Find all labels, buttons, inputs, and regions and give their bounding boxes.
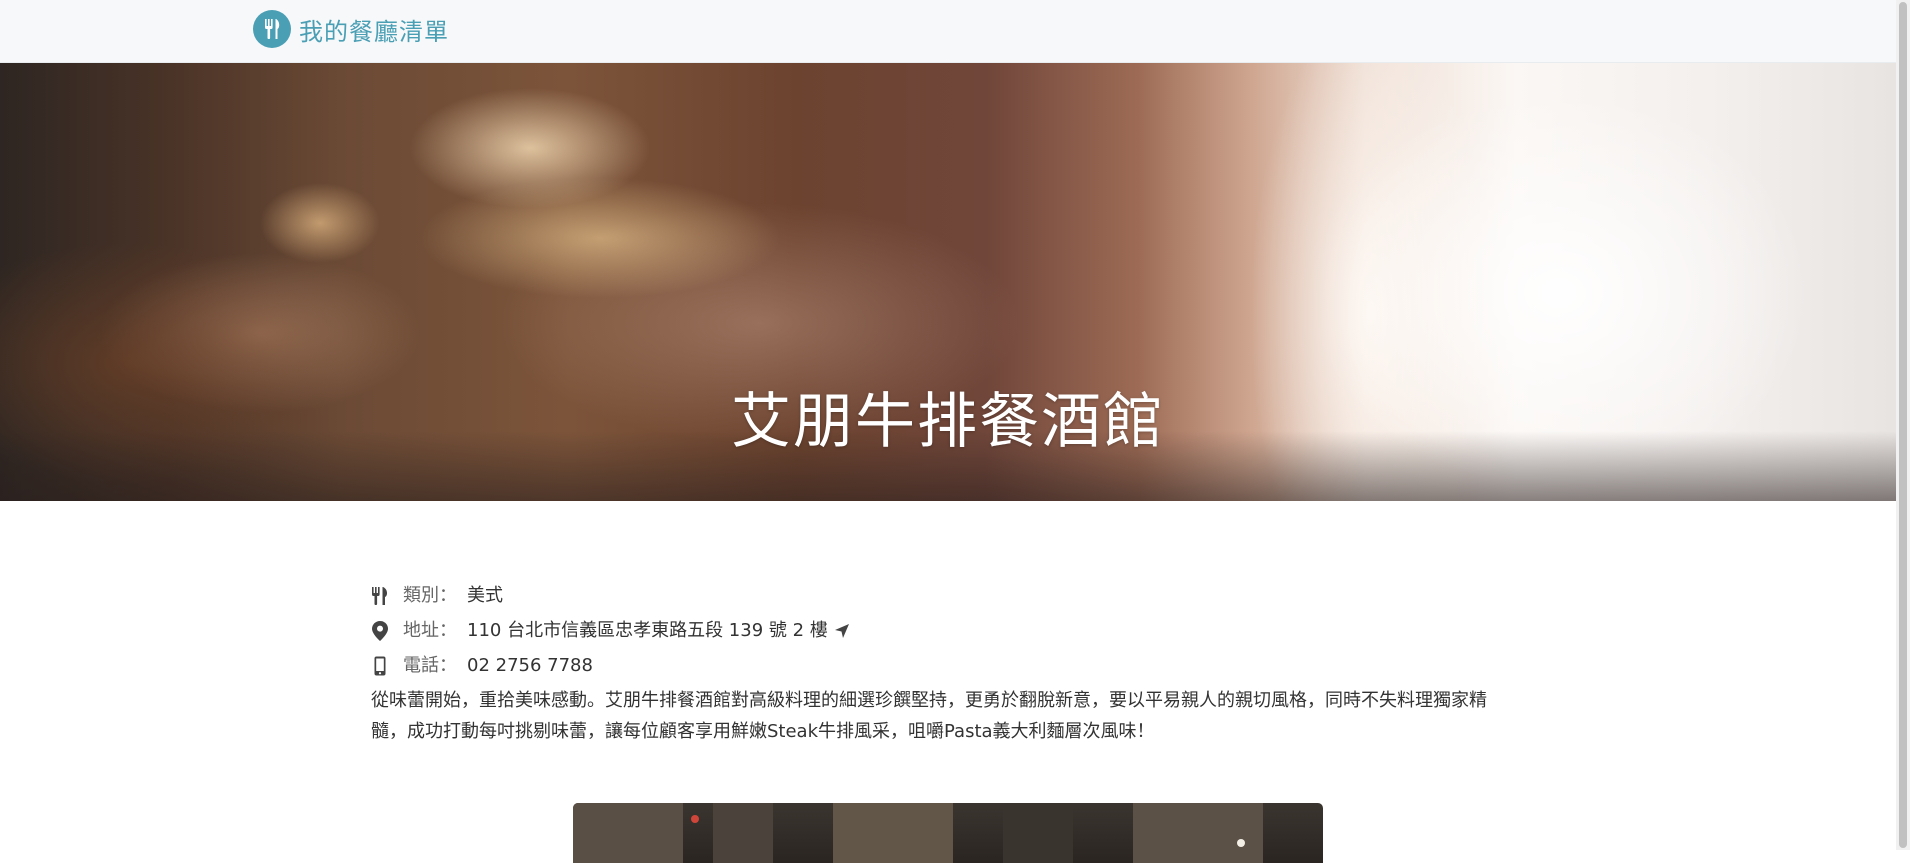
navbar: 我的餐廳清單 (0, 0, 1896, 63)
utensils-icon (371, 585, 389, 607)
phone-label: 電話： (403, 655, 457, 676)
category-value: 美式 (467, 585, 503, 606)
category-row: 類別： 美式 (371, 578, 1521, 613)
category-label: 類別： (403, 585, 457, 606)
address-label: 地址： (403, 620, 457, 641)
location-arrow-icon[interactable] (834, 623, 850, 639)
restaurant-description: 從味蕾開始，重拾美味感動。艾朋牛排餐酒館對高級料理的細選珍饌堅持，更勇於翻脫新意… (371, 690, 1487, 742)
scrollbar-thumb[interactable] (1899, 2, 1907, 848)
mobile-phone-icon (371, 655, 389, 677)
restaurant-info: 類別： 美式 地址： 110 台北市信義區忠孝東路五段 139 號 2 樓 電話… (371, 578, 1521, 747)
restaurant-photo (573, 803, 1323, 863)
brand-link[interactable]: 我的餐廳清單 (253, 10, 449, 48)
utensils-icon (253, 10, 291, 48)
phone-value: 02 2756 7788 (467, 655, 593, 676)
hero-banner: 艾朋牛排餐酒館 (0, 63, 1896, 501)
address-row: 地址： 110 台北市信義區忠孝東路五段 139 號 2 樓 (371, 613, 1521, 648)
page-scrollbar[interactable] (1896, 0, 1910, 850)
map-marker-icon (371, 620, 389, 642)
address-value: 110 台北市信義區忠孝東路五段 139 號 2 樓 (467, 620, 828, 641)
restaurant-name: 艾朋牛排餐酒館 (731, 387, 1165, 457)
brand-title: 我的餐廳清單 (299, 17, 449, 46)
phone-row: 電話： 02 2756 7788 (371, 648, 1521, 683)
